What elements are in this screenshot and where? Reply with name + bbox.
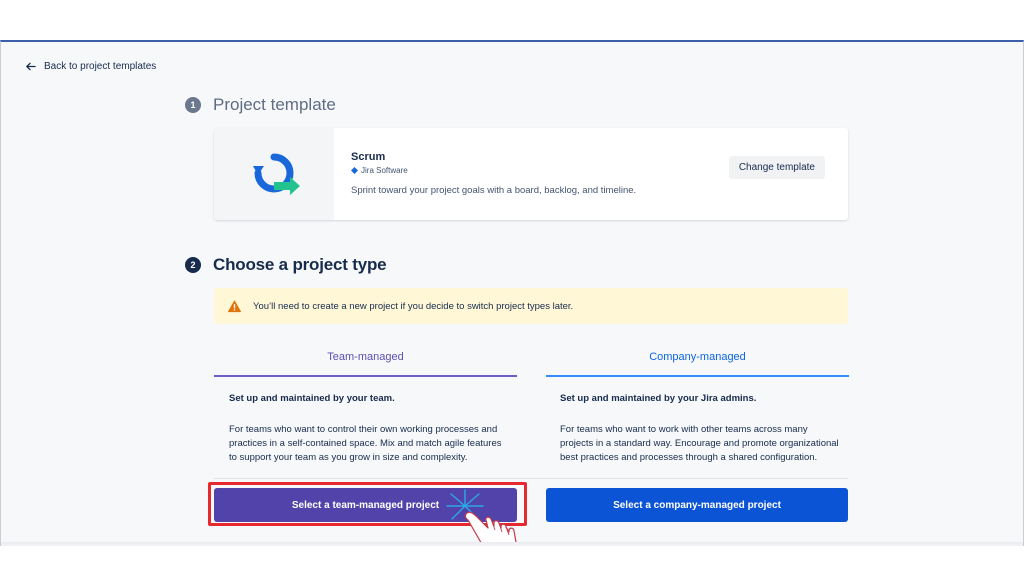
switch-type-warning: You’ll need to create a new project if y… [214, 288, 848, 324]
step-number-badge: 1 [185, 97, 201, 113]
step-title: Project template [213, 95, 336, 114]
back-link-label: Back to project templates [44, 61, 157, 72]
warning-text: You’ll need to create a new project if y… [253, 300, 574, 312]
arrow-left-icon [26, 62, 36, 71]
team-managed-details: Set up and maintained by your team. For … [229, 392, 509, 465]
select-company-managed-button[interactable]: Select a company-managed project [546, 488, 848, 522]
template-info: Scrum Jira Software Sprint toward your p… [334, 128, 848, 220]
step-project-template: 1 Project template [185, 95, 336, 115]
product-name: Jira Software [361, 166, 408, 175]
company-managed-description: For teams who want to work with other te… [560, 424, 839, 463]
template-card: Scrum Jira Software Sprint toward your p… [214, 128, 848, 220]
change-template-button[interactable]: Change template [728, 156, 825, 179]
jira-diamond-icon [351, 167, 358, 174]
step-choose-project-type: 2 Choose a project type [185, 255, 387, 275]
footer-divider [214, 478, 848, 479]
company-managed-heading: Set up and maintained by your Jira admin… [560, 393, 757, 404]
template-description: Sprint toward your project goals with a … [351, 185, 637, 196]
team-managed-description: For teams who want to control their own … [229, 424, 502, 463]
step-number-badge: 2 [185, 257, 201, 273]
tab-team-managed[interactable]: Team-managed [214, 347, 517, 377]
tab-company-managed[interactable]: Company-managed [546, 347, 849, 377]
warning-triangle-icon [228, 299, 241, 312]
bottom-edge-shadow [1, 542, 1023, 546]
back-to-templates-link[interactable]: Back to project templates [25, 61, 156, 72]
app-window: Back to project templates 1 Project temp… [0, 40, 1024, 546]
team-managed-heading: Set up and maintained by your team. [229, 393, 395, 404]
company-managed-details: Set up and maintained by your Jira admin… [560, 392, 840, 465]
template-thumbnail [214, 128, 334, 220]
step-title: Choose a project type [213, 255, 387, 274]
scrum-cycle-icon [253, 153, 300, 195]
pointer-hand-icon [464, 511, 517, 546]
